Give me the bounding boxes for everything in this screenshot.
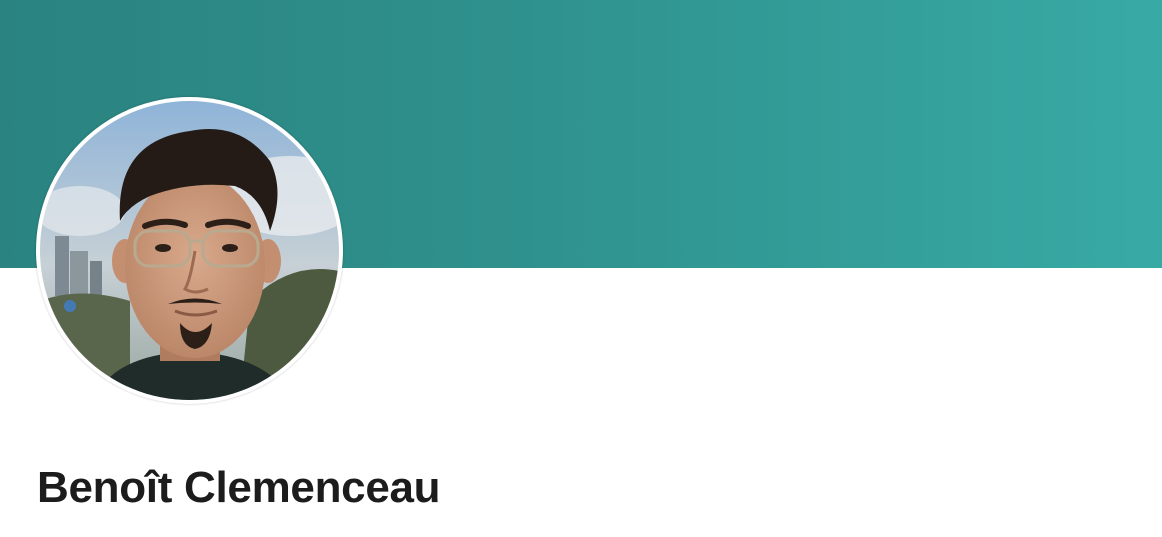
avatar-frame[interactable]: [36, 97, 343, 404]
avatar[interactable]: [40, 101, 339, 400]
profile-card: Benoît Clemenceau: [0, 0, 1162, 537]
profile-name: Benoît Clemenceau: [37, 463, 441, 512]
